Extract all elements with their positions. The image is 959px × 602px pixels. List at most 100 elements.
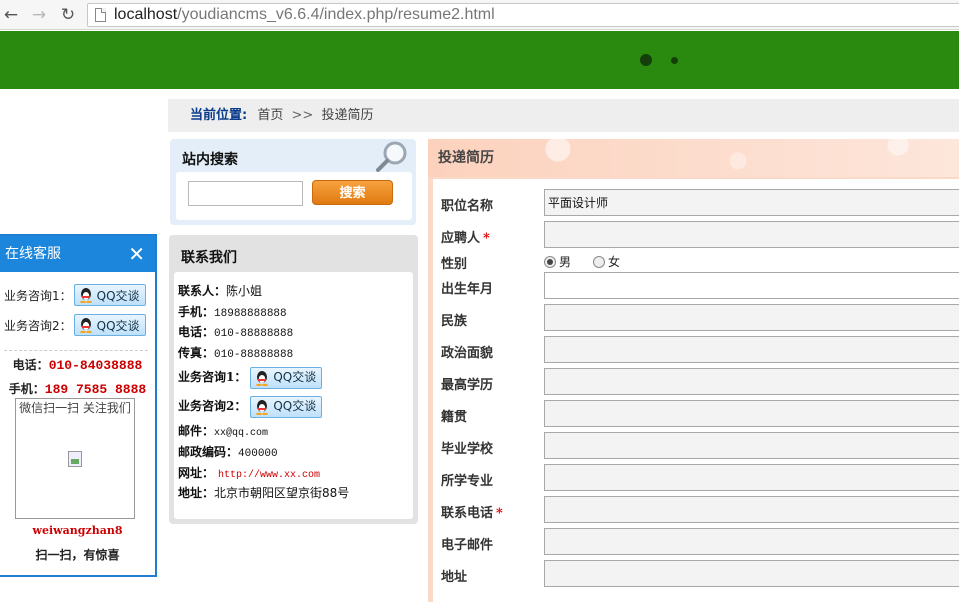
service-phone-label: 电话： (12, 358, 49, 372)
broken-image-icon (68, 451, 82, 467)
phone-input[interactable] (544, 496, 959, 523)
url-text: localhost/youdiancms_v6.6.4/index.php/re… (114, 5, 495, 25)
qq-chat-label: QQ交谈 (96, 288, 140, 303)
qq-chat-button[interactable]: QQ交谈 (250, 395, 323, 418)
contact-label: 邮件： (178, 424, 215, 439)
breadcrumb-separator: >> (291, 108, 314, 123)
close-icon[interactable]: ✕ (128, 236, 145, 272)
contact-label: 网址： (178, 465, 215, 480)
contact-label: 邮政编码： (178, 444, 239, 459)
gender-option-label: 男 (559, 255, 572, 269)
field-label-text: 应聘人 (441, 231, 481, 246)
contact-row-consult2: 业务咨询2： QQ交谈 (178, 392, 409, 421)
position-input[interactable] (544, 189, 959, 216)
gender-male-radio[interactable]: 男 (544, 253, 571, 270)
contact-label: 地址： (178, 486, 215, 501)
site-search-box: 站内搜索 搜索 (170, 139, 416, 225)
email-input[interactable] (544, 528, 959, 555)
field-label: 籍贯 (441, 410, 468, 425)
field-birth: 出生年月 (433, 270, 959, 302)
required-mark: * (483, 231, 490, 246)
contact-label: 业务咨询2： (178, 399, 247, 414)
resume-form-panel: 投递简历 职位名称 应聘人* 性别 男 女 出生年月 民族 政治面貌 最高学历 (428, 139, 959, 602)
contact-list: 联系人：陈小姐 手机：18988888888 电话：010-88888888 传… (174, 272, 413, 519)
service-consult-label: 业务咨询1： (4, 288, 72, 303)
breadcrumb-home-link[interactable]: 首页 (257, 108, 283, 123)
field-label: 民族 (441, 314, 468, 329)
radio-checked-icon (544, 255, 556, 268)
qq-penguin-icon (79, 288, 92, 303)
qq-chat-button[interactable]: QQ交谈 (73, 284, 146, 306)
contact-row-email: 邮件：xx@qq.com (178, 421, 409, 442)
major-input[interactable] (544, 464, 959, 491)
breadcrumb: 当前位置: 首页 >> 投递简历 (168, 99, 959, 132)
contact-label: 传真： (178, 345, 215, 360)
field-email: 电子邮件 (433, 526, 959, 558)
contact-value: 18988888888 (214, 307, 287, 320)
qq-chat-label: QQ交谈 (273, 399, 317, 414)
contact-value: 400000 (238, 447, 278, 460)
magnifier-icon (376, 141, 407, 172)
applicant-input[interactable] (544, 221, 959, 248)
form-title: 投递简历 (428, 139, 959, 177)
resume-form: 职位名称 应聘人* 性别 男 女 出生年月 民族 政治面貌 最高学历 (433, 179, 959, 602)
contact-label: 手机： (178, 304, 215, 319)
contact-row-postcode: 邮政编码：400000 (178, 442, 409, 463)
radio-unchecked-icon (593, 255, 605, 268)
browser-toolbar: ← → ↻ localhost/youdiancms_v6.6.4/index.… (0, 0, 959, 30)
address-bar[interactable]: localhost/youdiancms_v6.6.4/index.php/re… (87, 3, 959, 27)
slider-dot[interactable] (671, 57, 678, 64)
service-mobile: 手机：189 7585 8888 (0, 380, 155, 397)
gender-option-label: 女 (608, 255, 621, 269)
contact-label: 电话： (178, 325, 215, 340)
qq-chat-button[interactable]: QQ交谈 (73, 314, 146, 336)
field-label: 最高学历 (441, 378, 494, 393)
contact-row-website: 网址： http://www.xx.com (178, 463, 409, 484)
ethnicity-input[interactable] (544, 304, 959, 331)
hometown-input[interactable] (544, 400, 959, 427)
field-label: 电子邮件 (441, 538, 494, 553)
reload-icon[interactable]: ↻ (57, 4, 79, 26)
field-position: 职位名称 (433, 187, 959, 219)
contact-value: 北京市朝阳区望京街88号 (214, 486, 350, 501)
service-title: 在线客服 (5, 246, 61, 262)
online-service-panel: 在线客服 ✕ 业务咨询1： QQ交谈 业务咨询2： QQ交谈 电话：010-84… (0, 234, 157, 577)
field-ethnicity: 民族 (433, 302, 959, 334)
field-label: 应聘人 * (441, 227, 490, 246)
birth-input[interactable] (544, 272, 959, 299)
qq-chat-button[interactable]: QQ交谈 (250, 366, 323, 389)
contact-row-fax: 传真：010-88888888 (178, 343, 409, 364)
contact-label: 业务咨询1： (178, 370, 247, 385)
gender-female-radio[interactable]: 女 (593, 253, 620, 270)
contact-value: 010-88888888 (214, 328, 294, 341)
service-consult2: 业务咨询2： QQ交谈 (4, 314, 146, 336)
service-phone-number: 010-84038888 (48, 358, 143, 373)
breadcrumb-label: 当前位置: (190, 108, 248, 123)
school-input[interactable] (544, 432, 959, 459)
field-label: 所学专业 (441, 474, 494, 489)
qq-chat-label: QQ交谈 (273, 370, 317, 385)
education-input[interactable] (544, 368, 959, 395)
address-input[interactable] (544, 560, 959, 587)
forward-arrow-icon[interactable]: → (28, 4, 50, 26)
wechat-qr-code: 微信扫一扫 关注我们 (15, 398, 135, 519)
service-consult-label: 业务咨询2： (4, 318, 72, 333)
search-button[interactable]: 搜索 (312, 180, 393, 205)
field-label: 毕业学校 (441, 442, 494, 457)
service-phone: 电话：010-84038888 (0, 356, 155, 373)
field-education: 最高学历 (433, 366, 959, 398)
search-input[interactable] (188, 181, 303, 206)
field-hometown: 籍贯 (433, 398, 959, 430)
breadcrumb-current: 投递简历 (321, 108, 374, 123)
url-host: localhost (114, 6, 178, 23)
back-arrow-icon[interactable]: ← (0, 4, 22, 26)
field-political: 政治面貌 (433, 334, 959, 366)
contact-row-mobile: 手机：18988888888 (178, 302, 409, 323)
contact-title: 联系我们 (181, 250, 237, 266)
website-link[interactable]: http://www.xx.com (218, 470, 320, 481)
contact-row-phone: 电话：010-88888888 (178, 322, 409, 343)
political-input[interactable] (544, 336, 959, 363)
wechat-id: weiwangzhan8 (32, 524, 123, 537)
field-label: 地址 (441, 570, 468, 585)
slider-dot-active[interactable] (640, 54, 652, 66)
